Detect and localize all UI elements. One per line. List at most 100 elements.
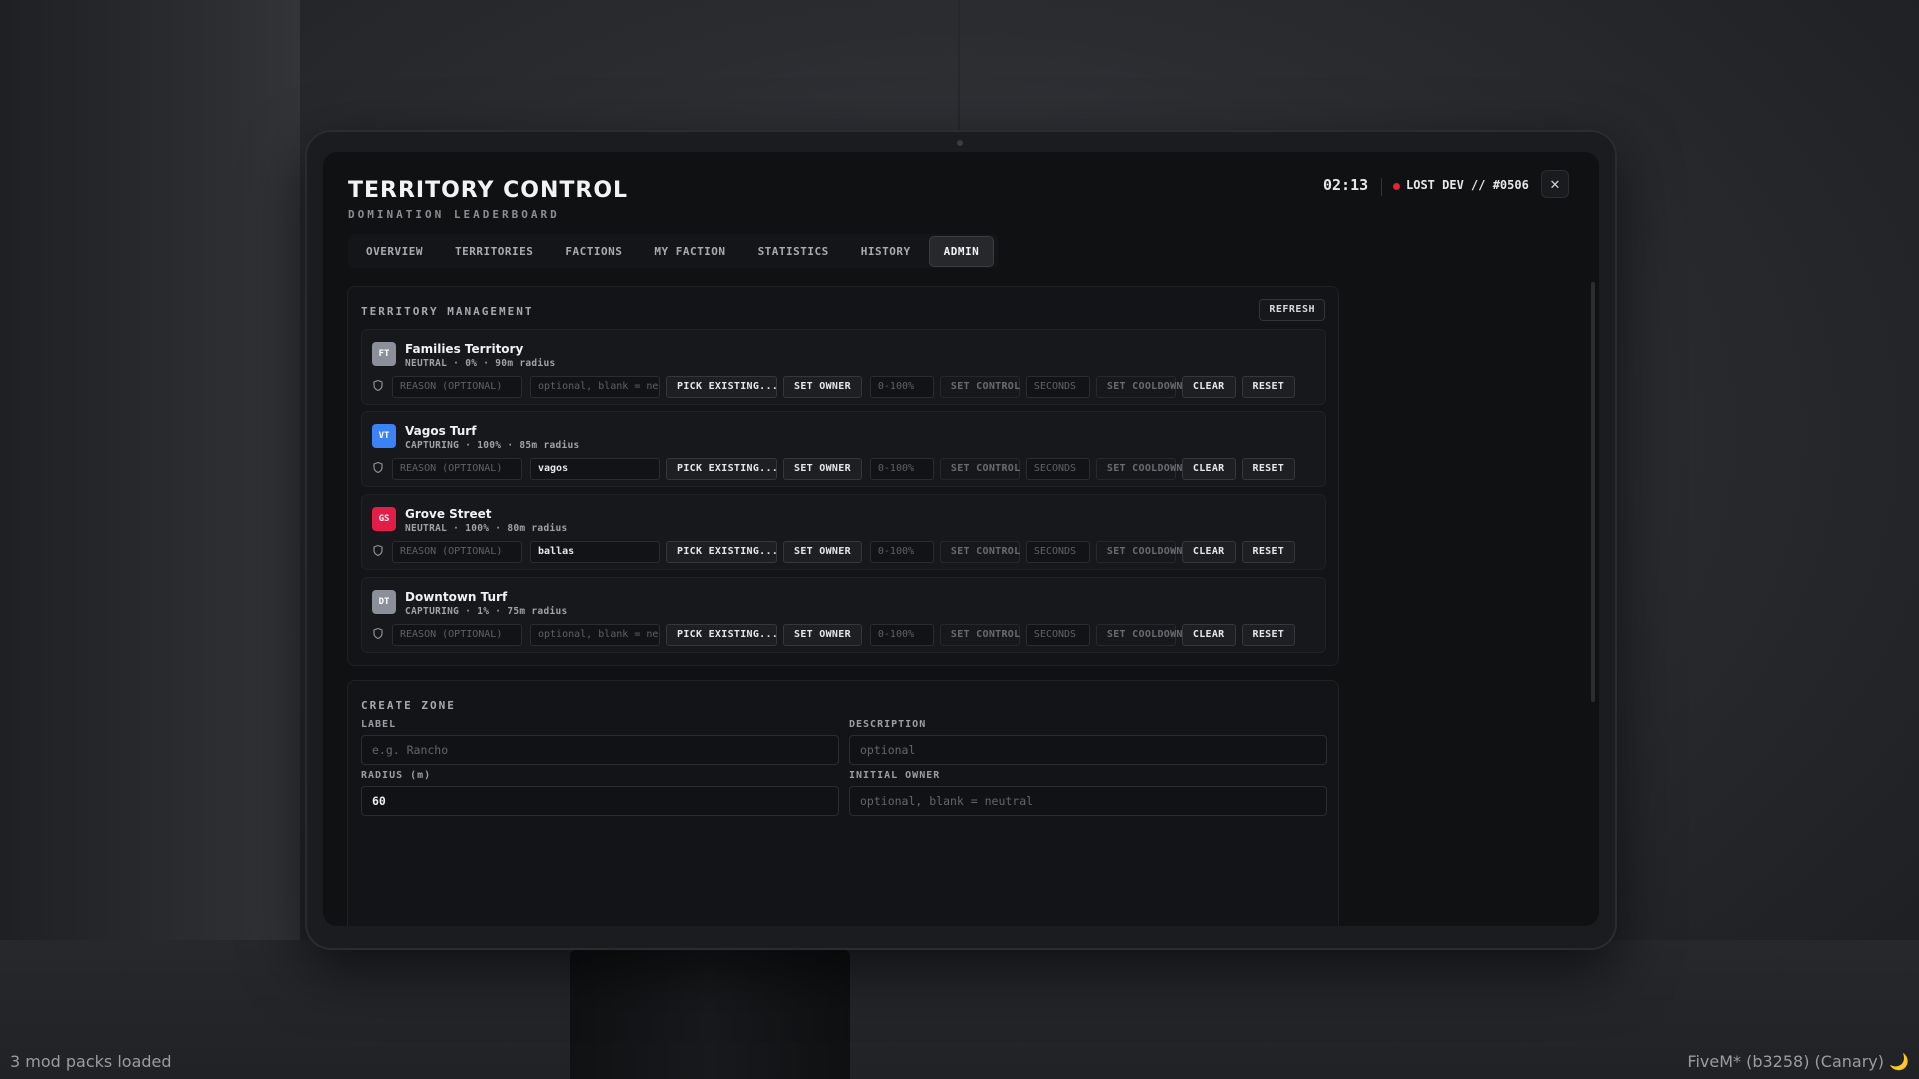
pick-existing-select[interactable]: PICK EXISTING... ▾ <box>666 458 790 480</box>
label-input[interactable]: e.g. Rancho <box>361 735 839 765</box>
description-input[interactable]: optional <box>849 735 1327 765</box>
owner-input[interactable]: vagos <box>530 458 660 480</box>
section-title: CREATE ZONE <box>361 699 456 712</box>
pick-existing-select[interactable]: PICK EXISTING... ▾ <box>666 376 790 398</box>
close-button[interactable]: ✕ <box>1541 170 1569 198</box>
territory-badge: DT <box>372 590 396 614</box>
tab-statistics[interactable]: STATISTICS <box>744 237 843 266</box>
territory-name: Grove Street <box>405 507 492 521</box>
set-control-button[interactable]: SET CONTROL <box>939 376 1020 398</box>
control-input[interactable]: 0-100% <box>869 624 934 646</box>
pick-existing-select[interactable]: PICK EXISTING... ▾ <box>666 624 790 646</box>
seconds-input[interactable]: SECONDS <box>1025 458 1090 480</box>
page-subtitle: DOMINATION LEADERBOARD <box>348 208 560 221</box>
background-seam <box>958 0 960 140</box>
territory-controls: REASON (OPTIONAL) optional, blank = neutr… <box>372 376 1296 398</box>
client-version: FiveM* (b3258) (Canary) 🌙 <box>1687 1052 1909 1071</box>
territory-meta: CAPTURING · 100% · 85m radius <box>405 440 580 451</box>
territory-name: Families Territory <box>405 342 524 356</box>
set-control-button[interactable]: SET CONTROL <box>939 458 1020 480</box>
tab-admin[interactable]: ADMIN <box>928 235 995 267</box>
territory-badge: FT <box>372 342 396 366</box>
control-input[interactable]: 0-100% <box>869 541 934 563</box>
user-label: LOST DEV // #0506 <box>1406 178 1529 192</box>
status-dot-icon <box>1393 183 1400 190</box>
set-cooldown-button[interactable]: SET COOLDOWN <box>1095 624 1182 646</box>
reason-input[interactable]: REASON (OPTIONAL) <box>392 458 522 480</box>
control-input[interactable]: 0-100% <box>869 458 934 480</box>
radius-field-label: RADIUS (m) <box>361 770 432 781</box>
tab-history[interactable]: HISTORY <box>847 237 925 266</box>
reason-input[interactable]: REASON (OPTIONAL) <box>392 624 522 646</box>
owner-input[interactable]: optional, blank = neutral <box>530 624 660 646</box>
shield-icon <box>372 461 384 476</box>
seconds-input[interactable]: SECONDS <box>1025 624 1090 646</box>
reason-input[interactable]: REASON (OPTIONAL) <box>392 376 522 398</box>
tab-bar: OVERVIEW TERRITORIES FACTIONS MY FACTION… <box>348 234 999 268</box>
territory-badge: VT <box>372 424 396 448</box>
initial-owner-field-label: INITIAL OWNER <box>849 770 941 781</box>
reset-button[interactable]: RESET <box>1241 458 1296 480</box>
territory-controls: REASON (OPTIONAL) optional, blank = neutr… <box>372 624 1296 646</box>
page-title: TERRITORY CONTROL <box>348 178 629 203</box>
territory-controls: REASON (OPTIONAL) vagos PICK EXISTING... ▾… <box>372 458 1296 480</box>
tab-overview[interactable]: OVERVIEW <box>352 237 437 266</box>
tablet-screen: TERRITORY CONTROL DOMINATION LEADERBOARD… <box>323 152 1599 926</box>
owner-input[interactable]: optional, blank = neutral <box>530 376 660 398</box>
seconds-input[interactable]: SECONDS <box>1025 541 1090 563</box>
reason-input[interactable]: REASON (OPTIONAL) <box>392 541 522 563</box>
territory-meta: NEUTRAL · 100% · 80m radius <box>405 523 568 534</box>
set-cooldown-button[interactable]: SET COOLDOWN <box>1095 541 1182 563</box>
tab-territories[interactable]: TERRITORIES <box>441 237 547 266</box>
territory-card: FT Families Territory NEUTRAL · 0% · 90m r… <box>361 329 1326 405</box>
clear-button[interactable]: CLEAR <box>1181 376 1236 398</box>
set-cooldown-button[interactable]: SET COOLDOWN <box>1095 458 1182 480</box>
set-control-button[interactable]: SET CONTROL <box>939 541 1020 563</box>
tab-my-faction[interactable]: MY FACTION <box>640 237 739 266</box>
label-field-label: LABEL <box>361 719 397 730</box>
header-divider <box>1381 178 1382 196</box>
reset-button[interactable]: RESET <box>1241 624 1296 646</box>
pick-existing-select[interactable]: PICK EXISTING... ▾ <box>666 541 790 563</box>
territory-meta: CAPTURING · 1% · 75m radius <box>405 606 568 617</box>
clock: 02:13 <box>1323 176 1369 194</box>
set-control-button[interactable]: SET CONTROL <box>939 624 1020 646</box>
refresh-button[interactable]: REFRESH <box>1259 299 1325 321</box>
background-floor <box>0 940 1919 1079</box>
background-wall <box>0 0 300 1079</box>
reset-button[interactable]: RESET <box>1241 541 1296 563</box>
section-title: TERRITORY MANAGEMENT <box>361 305 534 318</box>
radius-input[interactable]: 60 <box>361 786 839 816</box>
set-owner-button[interactable]: SET OWNER <box>783 458 862 480</box>
set-owner-button[interactable]: SET OWNER <box>783 376 862 398</box>
set-owner-button[interactable]: SET OWNER <box>783 624 862 646</box>
territory-meta: NEUTRAL · 0% · 90m radius <box>405 358 556 369</box>
initial-owner-input[interactable]: optional, blank = neutral <box>849 786 1327 816</box>
camera-dot <box>957 140 963 146</box>
set-cooldown-button[interactable]: SET COOLDOWN <box>1095 376 1182 398</box>
territory-name: Vagos Turf <box>405 424 477 438</box>
seconds-input[interactable]: SECONDS <box>1025 376 1090 398</box>
territory-card: DT Downtown Turf CAPTURING · 1% · 75m radi… <box>361 577 1326 653</box>
create-zone-panel: CREATE ZONE LABEL e.g. Rancho DESCRIPTIO… <box>347 680 1339 926</box>
territory-controls: REASON (OPTIONAL) ballas PICK EXISTING... … <box>372 541 1296 563</box>
territory-card: VT Vagos Turf CAPTURING · 100% · 85m radiu… <box>361 411 1326 487</box>
territory-card: GS Grove Street NEUTRAL · 100% · 80m radiu… <box>361 494 1326 570</box>
close-icon: ✕ <box>1550 174 1560 193</box>
tablet-frame: TERRITORY CONTROL DOMINATION LEADERBOARD… <box>305 130 1617 950</box>
shield-icon <box>372 544 384 559</box>
clear-button[interactable]: CLEAR <box>1181 624 1236 646</box>
territory-management-panel: TERRITORY MANAGEMENT REFRESH FT Families … <box>347 286 1339 666</box>
owner-input[interactable]: ballas <box>530 541 660 563</box>
clear-button[interactable]: CLEAR <box>1181 541 1236 563</box>
scrollbar[interactable] <box>1591 282 1595 702</box>
set-owner-button[interactable]: SET OWNER <box>783 541 862 563</box>
clear-button[interactable]: CLEAR <box>1181 458 1236 480</box>
control-input[interactable]: 0-100% <box>869 376 934 398</box>
shield-icon <box>372 627 384 642</box>
tab-factions[interactable]: FACTIONS <box>551 237 636 266</box>
territory-badge: GS <box>372 507 396 531</box>
mod-packs-status: 3 mod packs loaded <box>10 1052 172 1071</box>
description-field-label: DESCRIPTION <box>849 719 927 730</box>
reset-button[interactable]: RESET <box>1241 376 1296 398</box>
